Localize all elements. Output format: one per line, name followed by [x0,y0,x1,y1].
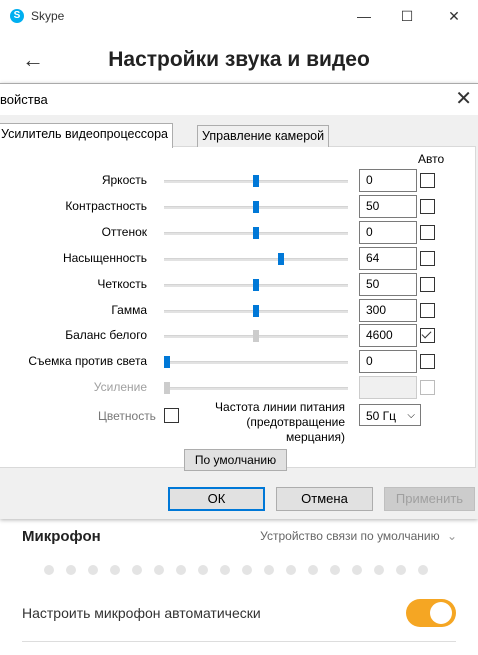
level-dot [198,565,208,575]
freq-label-line: мерцания) [286,430,345,444]
chevron-down-icon: ⌵ [407,410,415,421]
level-dot [286,565,296,575]
auto-checkbox[interactable] [420,277,435,292]
page-title: Настройки звука и видео [108,48,370,71]
default-button[interactable]: По умолчанию [184,449,287,471]
setting-value-field[interactable]: 300 [359,299,417,322]
auto-column-header: Авто [418,152,445,166]
divider [22,641,456,642]
auto-mic-label: Настроить микрофон автоматически [22,605,261,621]
slider-thumb[interactable] [253,175,259,187]
setting-value-field[interactable]: 64 [359,247,417,270]
color-enable-checkbox[interactable] [164,408,179,423]
setting-slider[interactable] [164,330,348,342]
level-dot [242,565,252,575]
level-dot [418,565,428,575]
level-dot [396,565,406,575]
toggle-knob [430,602,452,624]
setting-slider[interactable] [164,356,348,368]
power-line-frequency-select[interactable]: 50 Гц ⌵ [359,404,421,426]
setting-value-field[interactable]: 0 [359,350,417,373]
microphone-title: Микрофон [22,528,101,545]
slider-thumb [164,382,170,394]
microphone-level-meter [44,565,444,575]
setting-slider[interactable] [164,175,348,187]
level-dot [132,565,142,575]
setting-label: Баланс белого [65,328,147,342]
level-dot [110,565,120,575]
level-dot [352,565,362,575]
setting-label: Гамма [111,303,147,317]
skype-app-title: Skype [31,9,65,23]
slider-thumb[interactable] [253,279,259,291]
auto-checkbox [420,380,435,395]
setting-label: Четкость [97,277,147,291]
auto-checkbox[interactable] [420,199,435,214]
auto-checkbox[interactable] [420,225,435,240]
setting-slider[interactable] [164,279,348,291]
level-dot [374,565,384,575]
setting-value-field[interactable]: 50 [359,273,417,296]
microphone-device-label: Устройство связи по умолчанию [260,529,440,543]
setting-label: Съемка против света [28,354,147,368]
minimize-button[interactable]: — [344,4,384,28]
setting-value-field[interactable]: 4600 [359,324,417,347]
slider-thumb[interactable] [164,356,170,368]
setting-label: Контрастность [65,199,147,213]
auto-mic-toggle[interactable] [406,599,456,627]
chevron-down-icon: ⌄ [446,529,457,543]
auto-checkbox[interactable] [420,328,435,343]
maximize-button[interactable]: ☐ [387,4,427,28]
tab-camera-control[interactable]: Управление камерой [197,125,330,147]
dialog-close-icon[interactable]: ✕ [455,87,472,111]
ok-button[interactable]: ОК [168,487,265,511]
slider-thumb[interactable] [253,330,259,342]
tab-video-proc-amp[interactable]: Усилитель видеопроцессора [0,123,173,148]
slider-thumb[interactable] [278,253,284,265]
properties-dialog: войства ✕ Усилитель видеопроцессора Упра… [0,83,478,519]
dialog-titlebar: войства ✕ [0,84,478,115]
slider-thumb[interactable] [253,305,259,317]
setting-slider[interactable] [164,227,348,239]
level-dot [44,565,54,575]
freq-label-line: (предотвращение [246,415,345,429]
slider-thumb[interactable] [253,201,259,213]
setting-slider[interactable] [164,253,348,265]
auto-checkbox[interactable] [420,303,435,318]
setting-value-field[interactable]: 0 [359,169,417,192]
level-dot [264,565,274,575]
color-enable-label: Цветность [98,409,156,423]
setting-label: Яркость [101,173,147,187]
level-dot [154,565,164,575]
freq-value: 50 Гц [366,409,397,423]
setting-value-field [359,376,417,399]
auto-checkbox[interactable] [420,173,435,188]
setting-slider[interactable] [164,305,348,317]
setting-slider[interactable] [164,201,348,213]
setting-slider [164,382,348,394]
auto-checkbox[interactable] [420,251,435,266]
close-window-button[interactable]: ✕ [434,4,474,28]
cancel-button[interactable]: Отмена [276,487,373,511]
apply-button[interactable]: Применить [384,487,475,511]
setting-label: Усиление [93,380,147,394]
freq-label-line: Частота линии питания [215,400,345,414]
microphone-device-select[interactable]: Устройство связи по умолчанию ⌄ [260,529,457,543]
setting-value-field[interactable]: 0 [359,221,417,244]
level-dot [308,565,318,575]
level-dot [176,565,186,575]
setting-value-field[interactable]: 50 [359,195,417,218]
slider-thumb[interactable] [253,227,259,239]
skype-logo-icon: S [10,9,24,23]
dialog-title: войства [0,92,48,107]
level-dot [330,565,340,575]
level-dot [66,565,76,575]
auto-checkbox[interactable] [420,354,435,369]
setting-label: Насыщенность [62,251,147,265]
level-dot [88,565,98,575]
level-dot [220,565,230,575]
power-line-frequency-label: Частота линии питания (предотвращение ме… [215,400,345,445]
skype-titlebar: S Skype — ☐ ✕ [0,0,478,32]
setting-label: Оттенок [101,225,147,239]
